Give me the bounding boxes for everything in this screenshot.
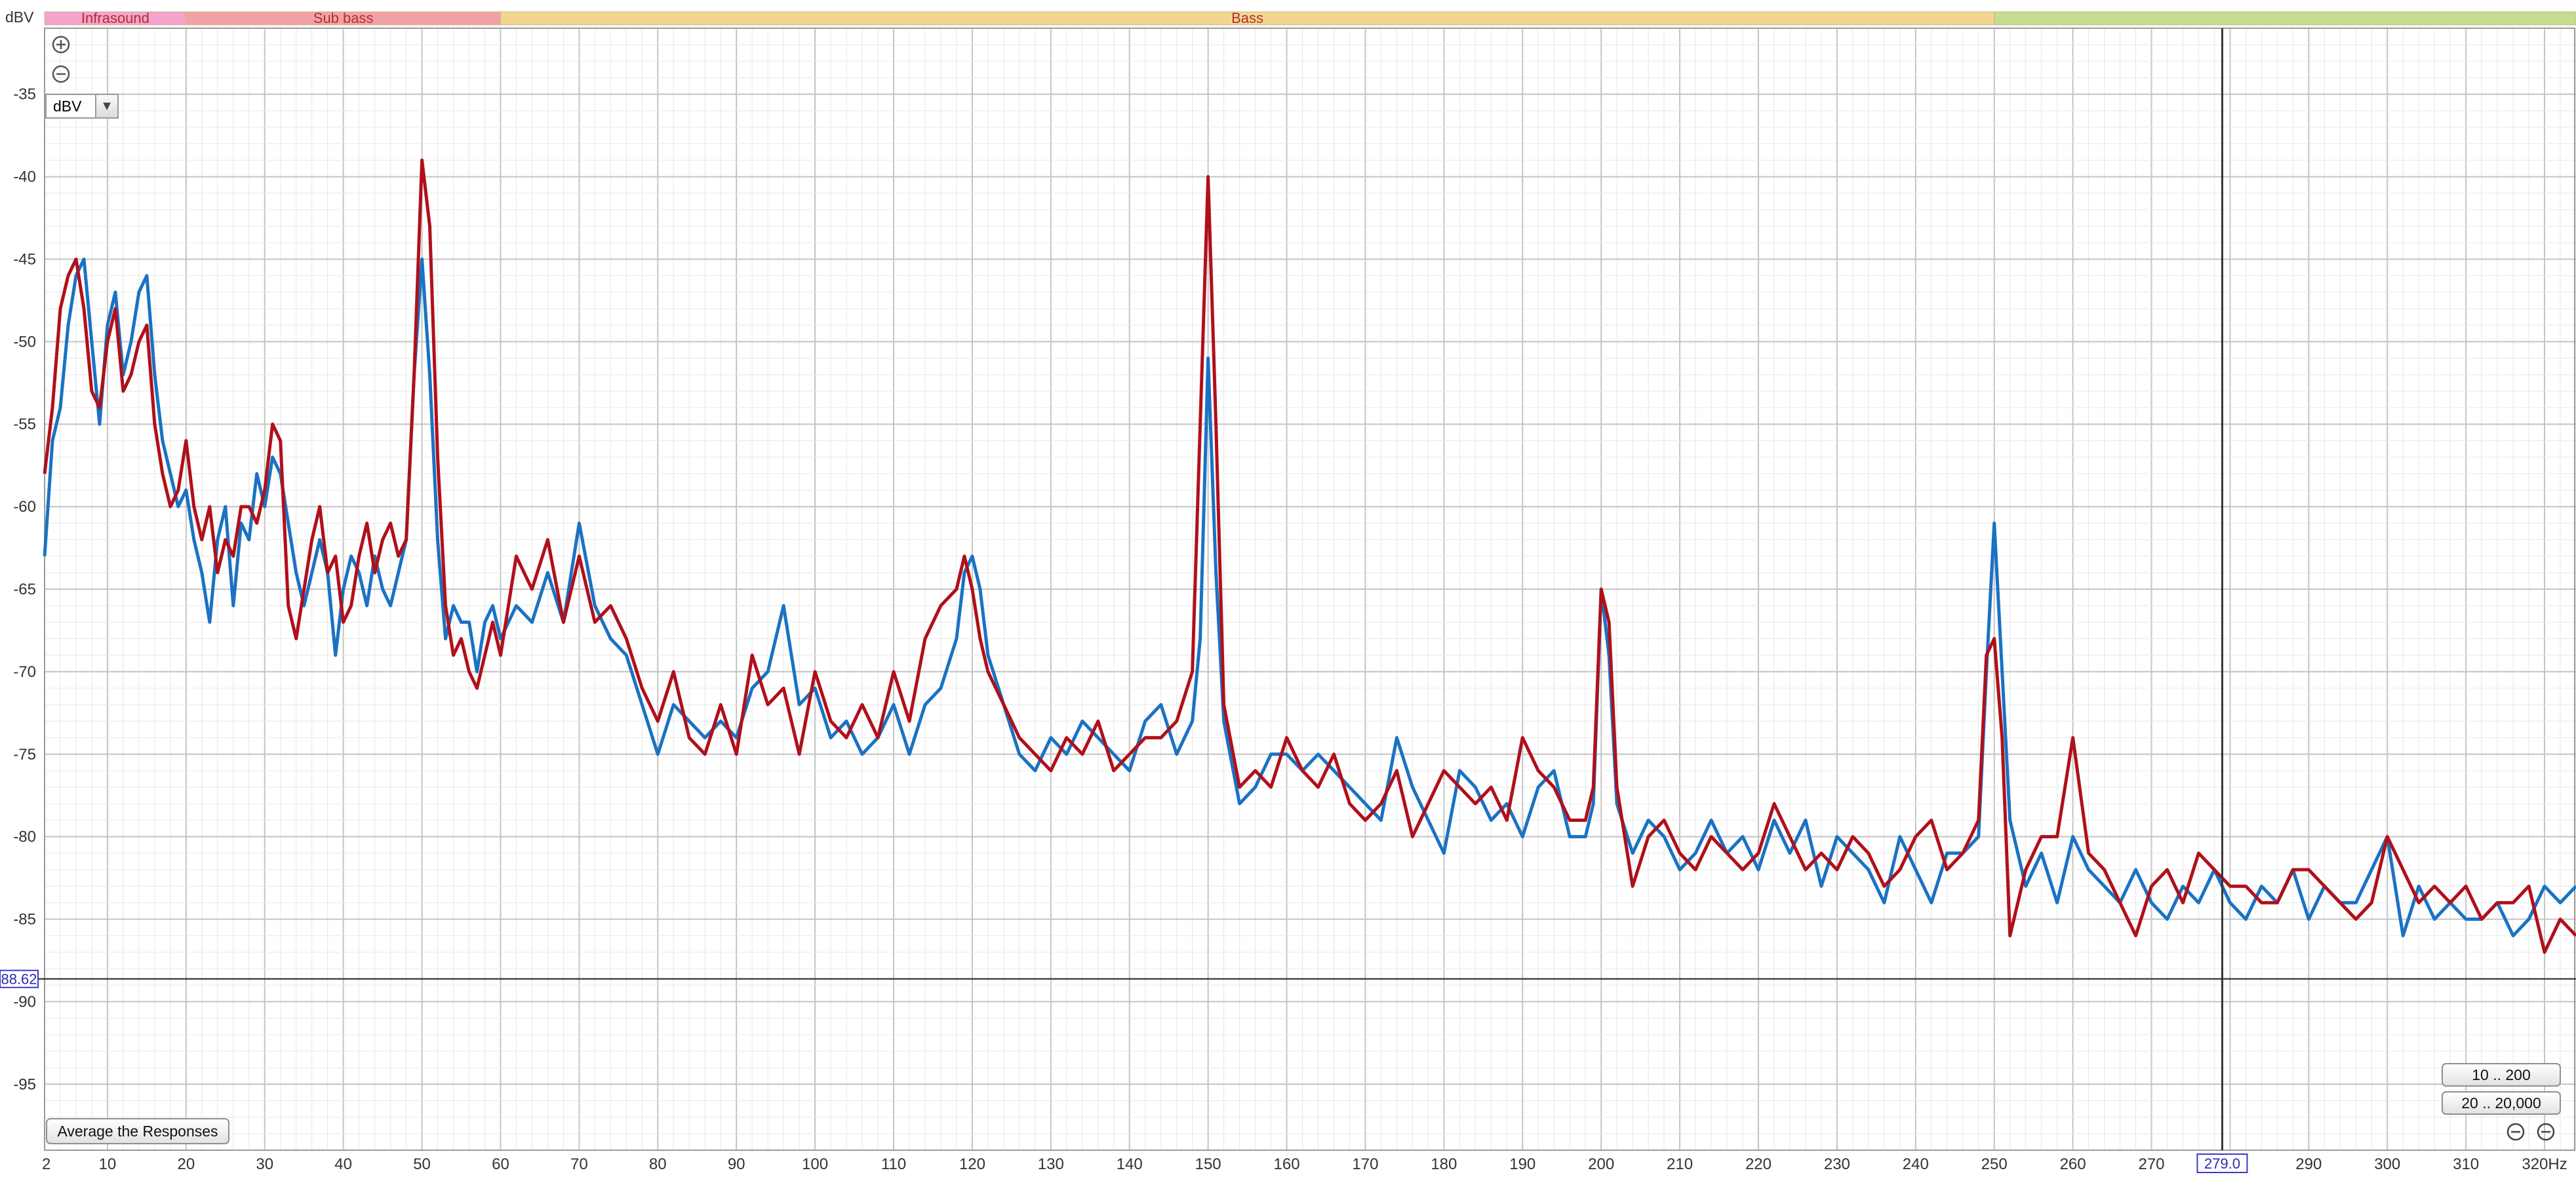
frequency-response-plot[interactable]: Infrasound Sub bass Bass -35 -40 -45 -50 -55 -6… xyxy=(0,0,2576,1181)
x-tick-label: 250 xyxy=(1981,1155,2008,1173)
y-tick-label: -50 xyxy=(13,333,36,351)
x-tick-label: 260 xyxy=(2060,1155,2086,1173)
x-tick-label: 20 xyxy=(177,1155,195,1173)
x-tick-label: 50 xyxy=(413,1155,431,1173)
range-10-200-button[interactable]: 10 .. 200 xyxy=(2442,1063,2561,1087)
band-label: Infrasound xyxy=(81,10,149,26)
x-tick-label: 300 xyxy=(2374,1155,2400,1173)
unit-select[interactable]: dBV ▼ xyxy=(45,94,119,119)
zoom-in-icon[interactable] xyxy=(51,35,71,54)
y-tick-label: -65 xyxy=(13,581,36,598)
x-tick-label: 200 xyxy=(1588,1155,1614,1173)
cursor-x-readout: 279.0 xyxy=(2204,1155,2240,1172)
x-tick-label: 210 xyxy=(1667,1155,1693,1173)
band-label: Sub bass xyxy=(313,10,374,26)
x-tick-label: 110 xyxy=(881,1155,906,1173)
x-tick-label: 310 xyxy=(2453,1155,2479,1173)
x-tick-label: 170 xyxy=(1352,1155,1378,1173)
chevron-down-icon[interactable]: ▼ xyxy=(95,95,117,117)
x-tick-label: 40 xyxy=(334,1155,352,1173)
series-line-0 xyxy=(43,258,2576,938)
x-tick-label: 30 xyxy=(256,1155,273,1173)
x-tick-label: 160 xyxy=(1274,1155,1300,1173)
x-tick-label: 100 xyxy=(802,1155,828,1173)
y-tick-label: -55 xyxy=(13,416,36,433)
zoom-out-icon[interactable] xyxy=(2506,1122,2526,1142)
plot-axes: -35 -40 -45 -50 -55 -60 -65 -70 -75 -80 -85 -90 -95 2… xyxy=(13,86,2567,1173)
frequency-band-strip: Infrasound Sub bass Bass xyxy=(44,10,2576,26)
y-tick-label: -80 xyxy=(13,828,36,846)
y-tick-label: -95 xyxy=(13,1075,36,1093)
cursor-y-readout: 88.62 xyxy=(1,971,37,988)
y-tick-label: -70 xyxy=(13,663,36,681)
y-tick-label: -75 xyxy=(13,746,36,764)
y-tick-label: -35 xyxy=(13,86,36,104)
x-tick-label: 80 xyxy=(649,1155,667,1173)
y-tick-label: -60 xyxy=(13,498,36,516)
x-tick-label: 130 xyxy=(1038,1155,1064,1173)
band-label: Bass xyxy=(1231,10,1263,26)
x-tick-label: 180 xyxy=(1431,1155,1457,1173)
average-responses-button[interactable]: Average the Responses xyxy=(46,1118,229,1144)
x-tick-label: 220 xyxy=(1745,1155,1772,1173)
x-tick-label: 140 xyxy=(1117,1155,1143,1173)
y-tick-label: -45 xyxy=(13,250,36,268)
x-tick-label: 230 xyxy=(1824,1155,1850,1173)
x-tick-label: 2 xyxy=(42,1155,50,1173)
x-tick-label: 150 xyxy=(1195,1155,1221,1173)
unit-select-value: dBV xyxy=(53,97,82,115)
range-20-20000-button[interactable]: 20 .. 20,000 xyxy=(2442,1091,2561,1115)
x-tick-label: 10 xyxy=(99,1155,117,1173)
x-tick-label: 190 xyxy=(1509,1155,1536,1173)
y-tick-label: -85 xyxy=(13,911,36,929)
x-tick-label: 120 xyxy=(959,1155,985,1173)
x-tick-label: 320Hz xyxy=(2522,1155,2567,1173)
x-tick-label: 70 xyxy=(570,1155,588,1173)
x-tick-label: 90 xyxy=(728,1155,745,1173)
y-axis-unit-label: dBV xyxy=(5,9,34,26)
x-tick-label: 60 xyxy=(492,1155,509,1173)
x-tick-label: 240 xyxy=(1903,1155,1929,1173)
x-tick-label: 270 xyxy=(2138,1155,2164,1173)
band-3 xyxy=(1994,11,2576,26)
x-tick-label: 290 xyxy=(2295,1155,2322,1173)
zoom-out-icon[interactable] xyxy=(51,64,71,84)
y-tick-label: -40 xyxy=(13,168,36,186)
zoom-in-icon[interactable] xyxy=(2536,1122,2556,1142)
y-tick-label: -90 xyxy=(13,993,36,1011)
plot-grid xyxy=(44,28,2576,1151)
